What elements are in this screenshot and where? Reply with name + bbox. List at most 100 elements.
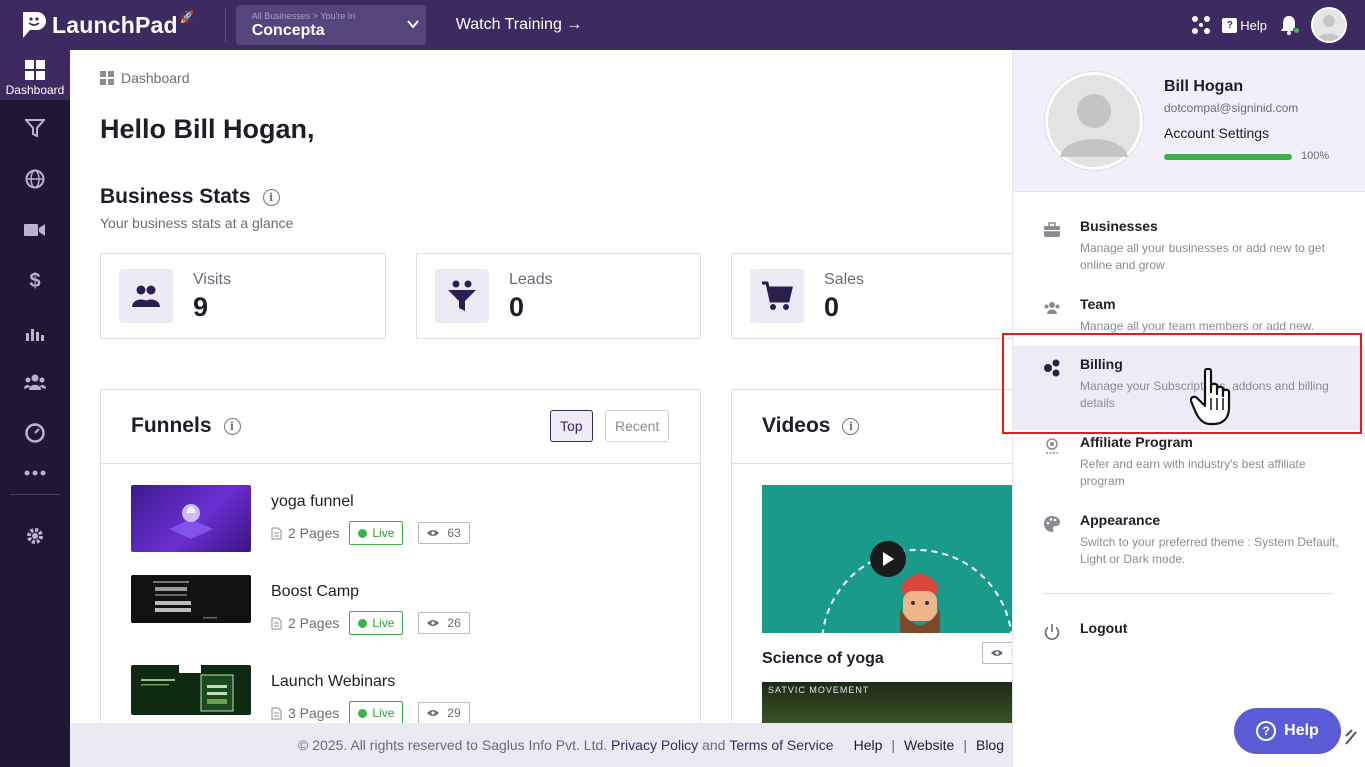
sidebar-item-team[interactable]	[0, 374, 70, 390]
privacy-policy-link[interactable]: Privacy Policy	[611, 737, 698, 753]
page-title: Hello Bill Hogan,	[100, 114, 315, 144]
team-icon	[24, 374, 46, 390]
menu-item-title: Logout	[1080, 620, 1128, 636]
list-item[interactable]: yoga funnel 2 Pages Live 63	[131, 485, 671, 555]
profile-progress-label: 100%	[1301, 150, 1330, 162]
tab-top[interactable]: Top	[550, 410, 593, 442]
sidebar-item-analytics[interactable]	[0, 323, 70, 341]
menu-item-logout[interactable]: Logout	[1013, 620, 1365, 644]
menu-item-businesses[interactable]: Businesses Manage all your businesses or…	[1013, 218, 1365, 278]
eye-icon	[991, 650, 1003, 656]
menu-item-desc: Refer and earn with industry's best affi…	[1080, 457, 1306, 488]
notifications-button[interactable]	[1279, 14, 1300, 36]
page-icon	[271, 527, 282, 539]
menu-divider	[1043, 593, 1333, 594]
live-dot-icon	[358, 708, 368, 718]
list-item[interactable]: Launch Webinars 3 Pages Live 29	[131, 665, 671, 723]
funnel-pages: 2 Pages	[288, 525, 340, 541]
menu-item-desc: Manage all your businesses or add new to…	[1080, 241, 1325, 272]
visits-icon	[119, 269, 173, 323]
help-button-label: Help	[1284, 722, 1319, 739]
funnel-thumbnail[interactable]	[131, 575, 251, 623]
help-link[interactable]: ? Help	[1222, 17, 1267, 33]
billing-highlight-box	[1002, 333, 1362, 434]
info-icon[interactable]: i	[262, 188, 280, 206]
views-count: 29	[447, 706, 461, 720]
watch-training-link[interactable]: Watch Training →	[456, 16, 583, 34]
funnel-name[interactable]: Boost Camp	[271, 583, 359, 601]
menu-item-affiliate[interactable]: Affiliate Program Refer and earn with in…	[1013, 434, 1365, 494]
sidebar: Dashboard $	[0, 50, 70, 767]
avatar[interactable]	[1311, 7, 1347, 43]
footer-blog-link[interactable]: Blog	[976, 737, 1004, 753]
footer-and: and	[702, 737, 726, 753]
videos-panel: Videos i Science of yoga 52 SATVIC MOVEM…	[731, 389, 1012, 723]
menu-item-team[interactable]: Team Manage all your team members or add…	[1013, 296, 1365, 336]
rocket-icon: 🚀	[179, 10, 195, 24]
list-item[interactable]: Boost Camp 2 Pages Live 26	[131, 575, 671, 645]
sidebar-item-videos[interactable]	[0, 222, 70, 238]
account-settings-link[interactable]: Account Settings	[1164, 125, 1269, 141]
sidebar-item-dashboard[interactable]: Dashboard	[0, 50, 70, 100]
menu-item-title: Businesses	[1080, 218, 1158, 234]
apps-grid-icon[interactable]	[1190, 14, 1212, 36]
views-badge: 26	[418, 612, 470, 634]
footer-website-link[interactable]: Website	[904, 737, 954, 753]
resize-handle-icon[interactable]	[1342, 722, 1360, 748]
terms-link[interactable]: Terms of Service	[729, 737, 833, 753]
live-dot-icon	[358, 618, 368, 628]
team-icon	[1044, 302, 1060, 314]
funnel-name[interactable]: Launch Webinars	[271, 673, 395, 691]
stat-value: 0	[824, 292, 840, 322]
sidebar-item-reports[interactable]	[0, 423, 70, 443]
footer-copyright: © 2025. All rights reserved to Saglus In…	[298, 737, 608, 753]
sidebar-item-websites[interactable]	[0, 169, 70, 189]
business-name: Concepta	[251, 22, 325, 39]
menu-item-appearance[interactable]: Appearance Switch to your preferred them…	[1013, 512, 1365, 572]
brand-name: LaunchPad	[52, 11, 178, 38]
funnel-thumbnail[interactable]	[131, 485, 251, 552]
funnel-pages: 2 Pages	[288, 615, 340, 631]
funnel-pages: 3 Pages	[288, 705, 340, 721]
footer-help-link[interactable]: Help	[854, 737, 883, 753]
stat-label: Sales	[824, 271, 865, 288]
sidebar-item-settings[interactable]	[0, 526, 70, 546]
play-button[interactable]	[870, 541, 906, 577]
business-switcher[interactable]: All Businesses > You're In Concepta	[235, 5, 426, 45]
funnel-name[interactable]: yoga funnel	[271, 493, 354, 511]
funnel-thumbnail[interactable]	[131, 665, 251, 715]
info-icon[interactable]: i	[223, 417, 241, 435]
stat-card-sales: Sales 0	[731, 253, 1012, 339]
dashboard-gauge-icon	[25, 423, 45, 443]
globe-icon	[25, 169, 45, 189]
notification-dot	[1293, 27, 1300, 34]
sidebar-item-funnels[interactable]	[0, 118, 70, 138]
stat-value: 0	[509, 292, 525, 322]
video-name[interactable]: Science of yoga	[762, 650, 884, 668]
tab-recent[interactable]: Recent	[605, 410, 670, 442]
views-badge: 29	[418, 702, 470, 723]
help-label: Help	[1240, 17, 1267, 33]
affiliate-icon	[1046, 438, 1058, 454]
breadcrumb-label[interactable]: Dashboard	[121, 70, 190, 86]
live-dot-icon	[358, 528, 368, 538]
video-thumbnail[interactable]: SATVIC MOVEMENT	[762, 682, 1012, 723]
stat-card-leads: Leads 0	[416, 253, 701, 339]
stat-card-visits: Visits 9	[100, 253, 386, 339]
dashboard-icon	[25, 59, 45, 80]
svg-text:$: $	[29, 270, 40, 291]
stat-label: Visits	[193, 271, 231, 288]
brand-logo[interactable]: LaunchPad 🚀	[20, 0, 195, 50]
avatar[interactable]	[1044, 71, 1144, 171]
views-badge: 63	[418, 522, 470, 544]
sidebar-item-sales[interactable]: $	[0, 269, 70, 291]
views-badge: 52	[982, 642, 1012, 664]
sidebar-item-more[interactable]	[0, 470, 70, 476]
divider	[224, 8, 226, 42]
video-thumbnail[interactable]	[762, 485, 1012, 633]
business-stats-heading: Business Stats i	[100, 185, 280, 209]
help-button[interactable]: ? Help	[1234, 708, 1341, 754]
info-icon[interactable]: i	[842, 417, 860, 435]
business-stats-title: Business Stats	[100, 185, 251, 208]
funnel-icon	[25, 119, 45, 138]
